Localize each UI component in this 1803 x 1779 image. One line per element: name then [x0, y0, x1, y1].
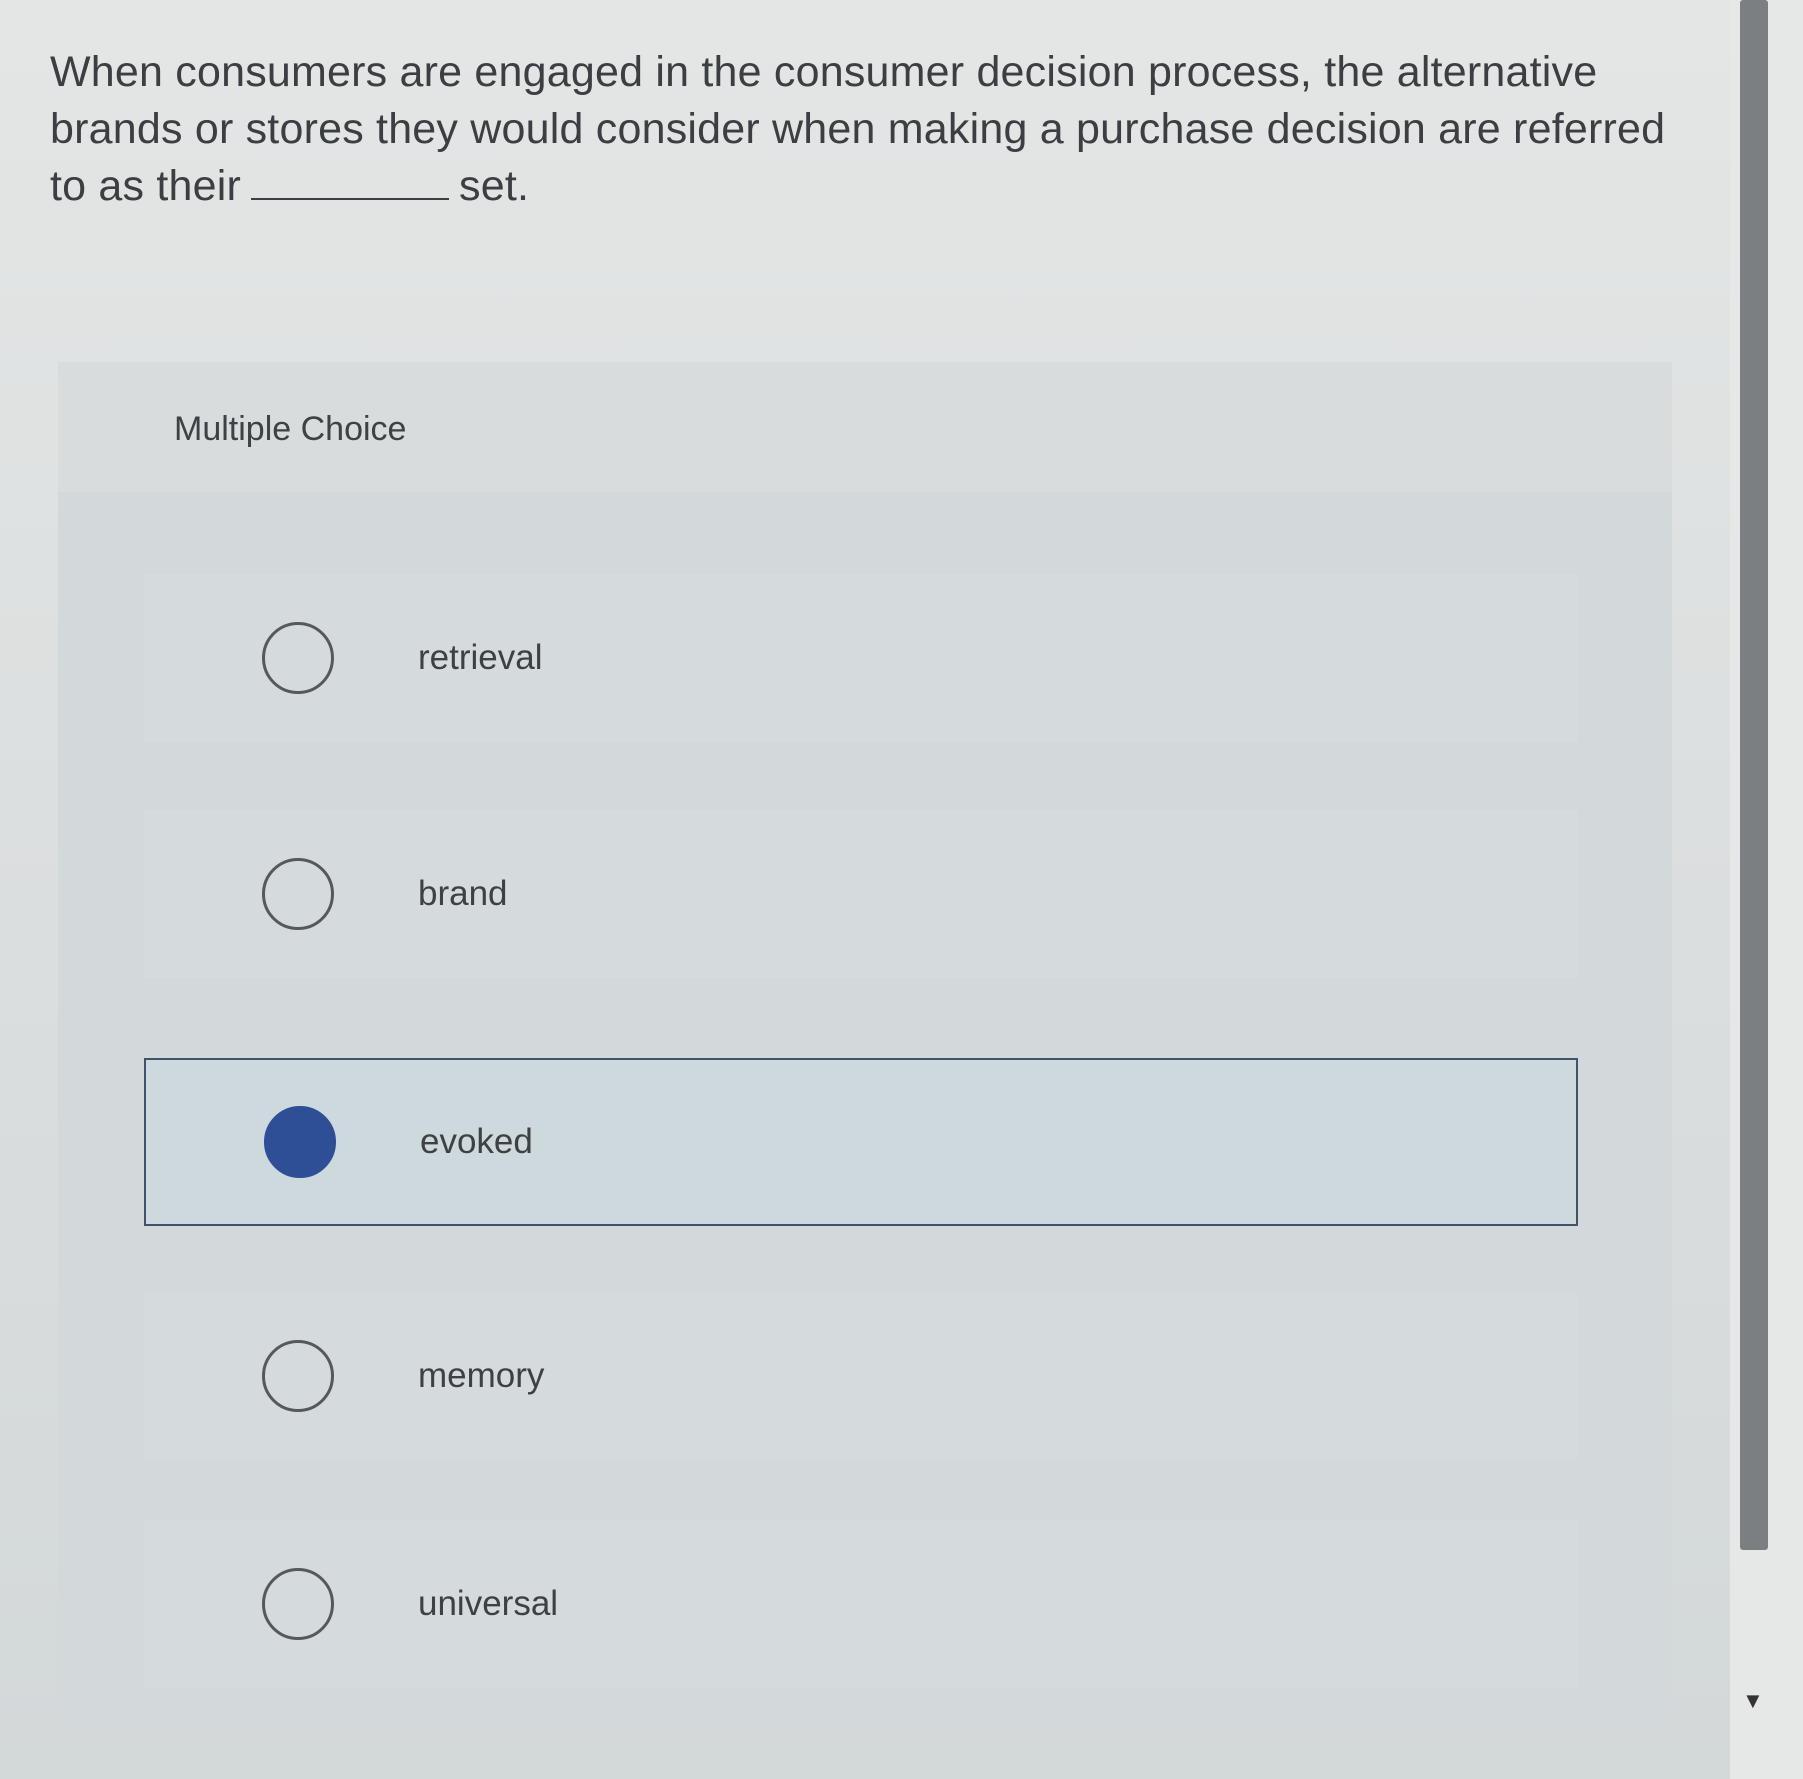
choice-label: universal	[418, 1584, 559, 1623]
multiple-choice-panel: Multiple Choice retrieval brand evoked m…	[58, 362, 1672, 1732]
choice-label: evoked	[420, 1122, 533, 1161]
question-text: When consumers are engaged in the consum…	[50, 44, 1690, 215]
choice-option-retrieval[interactable]: retrieval	[144, 574, 1578, 742]
choice-option-evoked[interactable]: evoked	[144, 1058, 1578, 1226]
question-suffix: set.	[459, 162, 530, 210]
choice-option-universal[interactable]: universal	[144, 1520, 1578, 1688]
vertical-scrollbar[interactable]: ▼	[1730, 0, 1803, 1779]
radio-button-brand[interactable]	[262, 858, 334, 930]
scrollbar-thumb[interactable]	[1740, 0, 1768, 1550]
choice-label: brand	[418, 874, 508, 913]
choice-label: memory	[418, 1356, 545, 1395]
radio-button-memory[interactable]	[262, 1340, 334, 1412]
down-arrow-icon[interactable]: ▼	[1742, 1690, 1764, 1712]
choice-label: retrieval	[418, 638, 543, 677]
radio-button-evoked-selected[interactable]	[264, 1106, 336, 1178]
radio-button-universal[interactable]	[262, 1568, 334, 1640]
choice-option-memory[interactable]: memory	[144, 1292, 1578, 1460]
multiple-choice-title: Multiple Choice	[174, 410, 407, 448]
radio-button-retrieval[interactable]	[262, 622, 334, 694]
choice-option-brand[interactable]: brand	[144, 810, 1578, 978]
answer-blank	[251, 158, 450, 200]
quiz-page: When consumers are engaged in the consum…	[0, 0, 1803, 1779]
multiple-choice-header: Multiple Choice	[58, 362, 1672, 492]
